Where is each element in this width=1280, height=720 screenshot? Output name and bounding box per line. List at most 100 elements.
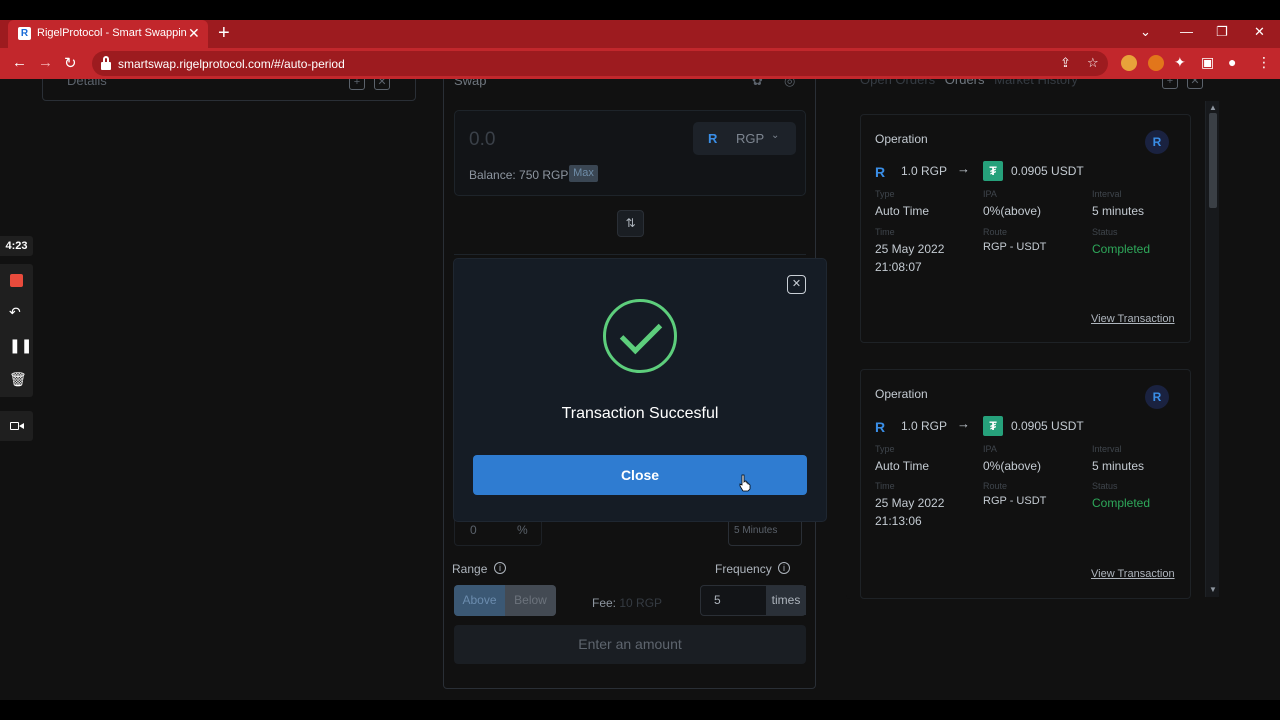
tab-close-icon[interactable]: ✕ — [188, 25, 200, 42]
share-icon[interactable]: ⇪ — [1060, 55, 1071, 71]
route-value: RGP - USDT — [983, 495, 1047, 507]
swap-title: Swap — [454, 79, 487, 88]
view-transaction-link[interactable]: View Transaction — [1091, 313, 1175, 325]
recorder-controls: ↶ ❚❚ 🗑 — [0, 264, 33, 397]
transaction-success-modal: ✕ Transaction Succesful Close — [454, 259, 826, 521]
from-token-box: 0.0 R RGP ⌄ Balance: 750 RGP Max — [454, 110, 806, 196]
hand-cursor-icon — [739, 474, 751, 492]
rgp-token-icon: R — [708, 131, 718, 146]
from-amount: 1.0 RGP — [901, 164, 948, 178]
type-value: Auto Time — [875, 204, 930, 218]
time-label: Time — [875, 227, 895, 237]
browser-tab[interactable]: R RigelProtocol - Smart Swapping ✕ — [8, 20, 208, 48]
percent-sign: % — [517, 523, 528, 537]
operation-label: Operation — [875, 387, 928, 401]
profile-avatar-icon[interactable]: ● — [1228, 54, 1236, 70]
rgp-token-icon: R — [875, 164, 886, 180]
type-value: Auto Time — [875, 459, 930, 473]
new-tab-icon[interactable]: + — [218, 22, 230, 45]
status-label: Status — [1092, 481, 1118, 491]
usdt-token-icon: ₮ — [983, 161, 1003, 181]
date-value: 25 May 2022 — [875, 496, 945, 510]
expand-box-icon[interactable]: + — [1162, 79, 1178, 89]
scroll-thumb[interactable] — [1209, 113, 1217, 208]
range-above-button[interactable]: Above — [454, 585, 505, 616]
max-button[interactable]: Max — [569, 165, 598, 182]
arrow-right-icon: → — [957, 416, 970, 431]
ipa-label: IPA — [983, 444, 997, 454]
screen-recorder: 4:23 ↶ ❚❚ 🗑 — [0, 236, 33, 447]
chevron-down-icon: ⌄ — [771, 130, 780, 141]
ipa-value: 0%(above) — [983, 204, 1042, 218]
rigel-badge-icon: R — [1145, 130, 1169, 154]
tab-orders[interactable]: Orders — [945, 79, 985, 87]
orders-scrollbar[interactable]: ▲ ▼ — [1205, 101, 1219, 597]
modal-close-icon[interactable]: ✕ — [787, 275, 806, 294]
reload-icon[interactable]: ↻ — [64, 54, 77, 72]
route-label: Route — [983, 227, 1008, 237]
rigel-badge-icon: R — [1145, 385, 1169, 409]
operation-label: Operation — [875, 132, 928, 146]
tab-market-history[interactable]: Market History — [994, 79, 1078, 87]
from-amount: 1.0 RGP — [901, 419, 948, 433]
range-info-icon[interactable]: i — [494, 562, 506, 574]
route-label: Route — [983, 481, 1008, 491]
close-box-icon[interactable]: ✕ — [1187, 79, 1203, 89]
ipa-label: IPA — [983, 189, 997, 199]
tab-search-chevron-icon[interactable]: ⌄ — [1140, 24, 1151, 40]
info-box-icon[interactable]: + — [349, 79, 365, 90]
frequency-value: 5 — [714, 593, 721, 607]
time-label: Time — [875, 481, 895, 491]
arrow-right-icon: → — [957, 161, 970, 176]
browser-menu-icon[interactable]: ⋮ — [1257, 54, 1271, 71]
browser-tab-strip: R RigelProtocol - Smart Swapping ✕ + ⌄ —… — [0, 20, 1280, 48]
side-panel-icon[interactable]: ▣ — [1201, 54, 1214, 71]
maximize-icon[interactable]: ❐ — [1216, 24, 1228, 40]
frequency-input[interactable]: 5 times — [700, 585, 806, 616]
window-close-icon[interactable]: ✕ — [1254, 24, 1265, 40]
scroll-up-icon[interactable]: ▲ — [1209, 103, 1217, 112]
camera-toggle[interactable] — [0, 411, 33, 441]
to-amount: 0.0905 USDT — [1011, 164, 1084, 178]
url-text: smartswap.rigelprotocol.com/#/auto-perio… — [118, 57, 345, 71]
usdt-token-icon: ₮ — [983, 416, 1003, 436]
token-name: RGP — [736, 131, 765, 146]
stop-record-icon[interactable] — [10, 274, 23, 287]
settings-gear-icon[interactable]: ✿ — [752, 79, 763, 89]
status-value: Completed — [1092, 242, 1151, 256]
undo-icon[interactable]: ↶ — [9, 304, 21, 321]
metamask-fox-icon[interactable] — [1148, 55, 1164, 71]
minimize-icon[interactable]: — — [1180, 24, 1193, 39]
pause-icon[interactable]: ❚❚ — [9, 337, 32, 354]
view-transaction-link[interactable]: View Transaction — [1091, 568, 1175, 580]
refresh-icon[interactable]: ◎ — [784, 79, 795, 89]
range-below-button[interactable]: Below — [505, 585, 556, 616]
browser-toolbar: ← → ↻ smartswap.rigelprotocol.com/#/auto… — [0, 48, 1280, 79]
bookmark-star-icon[interactable]: ☆ — [1087, 55, 1099, 71]
close-button[interactable]: Close — [473, 455, 807, 495]
status-value: Completed — [1092, 496, 1151, 510]
ipa-value: 0%(above) — [983, 459, 1042, 473]
trash-icon[interactable]: 🗑 — [9, 371, 27, 388]
scroll-down-icon[interactable]: ▼ — [1209, 585, 1217, 594]
tab-open-orders[interactable]: Open Orders — [860, 79, 935, 87]
swap-direction-icon[interactable]: ⇅ — [617, 210, 644, 237]
site-favicon-icon: R — [18, 27, 31, 40]
address-bar[interactable]: smartswap.rigelprotocol.com/#/auto-perio… — [92, 51, 1108, 76]
status-label: Status — [1092, 227, 1118, 237]
to-amount: 0.0905 USDT — [1011, 419, 1084, 433]
forward-arrow-icon[interactable]: → — [38, 54, 53, 71]
balance-text: Balance: 750 RGP — [469, 168, 569, 182]
amount-input[interactable]: 0.0 — [469, 129, 495, 151]
enter-amount-button[interactable]: Enter an amount — [454, 625, 806, 664]
back-arrow-icon[interactable]: ← — [12, 54, 27, 71]
frequency-info-icon[interactable]: i — [778, 562, 790, 574]
token-select-button[interactable]: R RGP ⌄ — [693, 122, 796, 155]
screen: R RigelProtocol - Smart Swapping ✕ + ⌄ —… — [0, 0, 1280, 720]
extension-icon[interactable] — [1121, 55, 1137, 71]
percent-value: 0 — [470, 523, 477, 537]
extensions-puzzle-icon[interactable]: ✦ — [1174, 54, 1186, 71]
close-box-icon[interactable]: ✕ — [374, 79, 390, 90]
tab-title: RigelProtocol - Smart Swapping — [37, 27, 187, 39]
details-title: Details — [67, 79, 107, 88]
